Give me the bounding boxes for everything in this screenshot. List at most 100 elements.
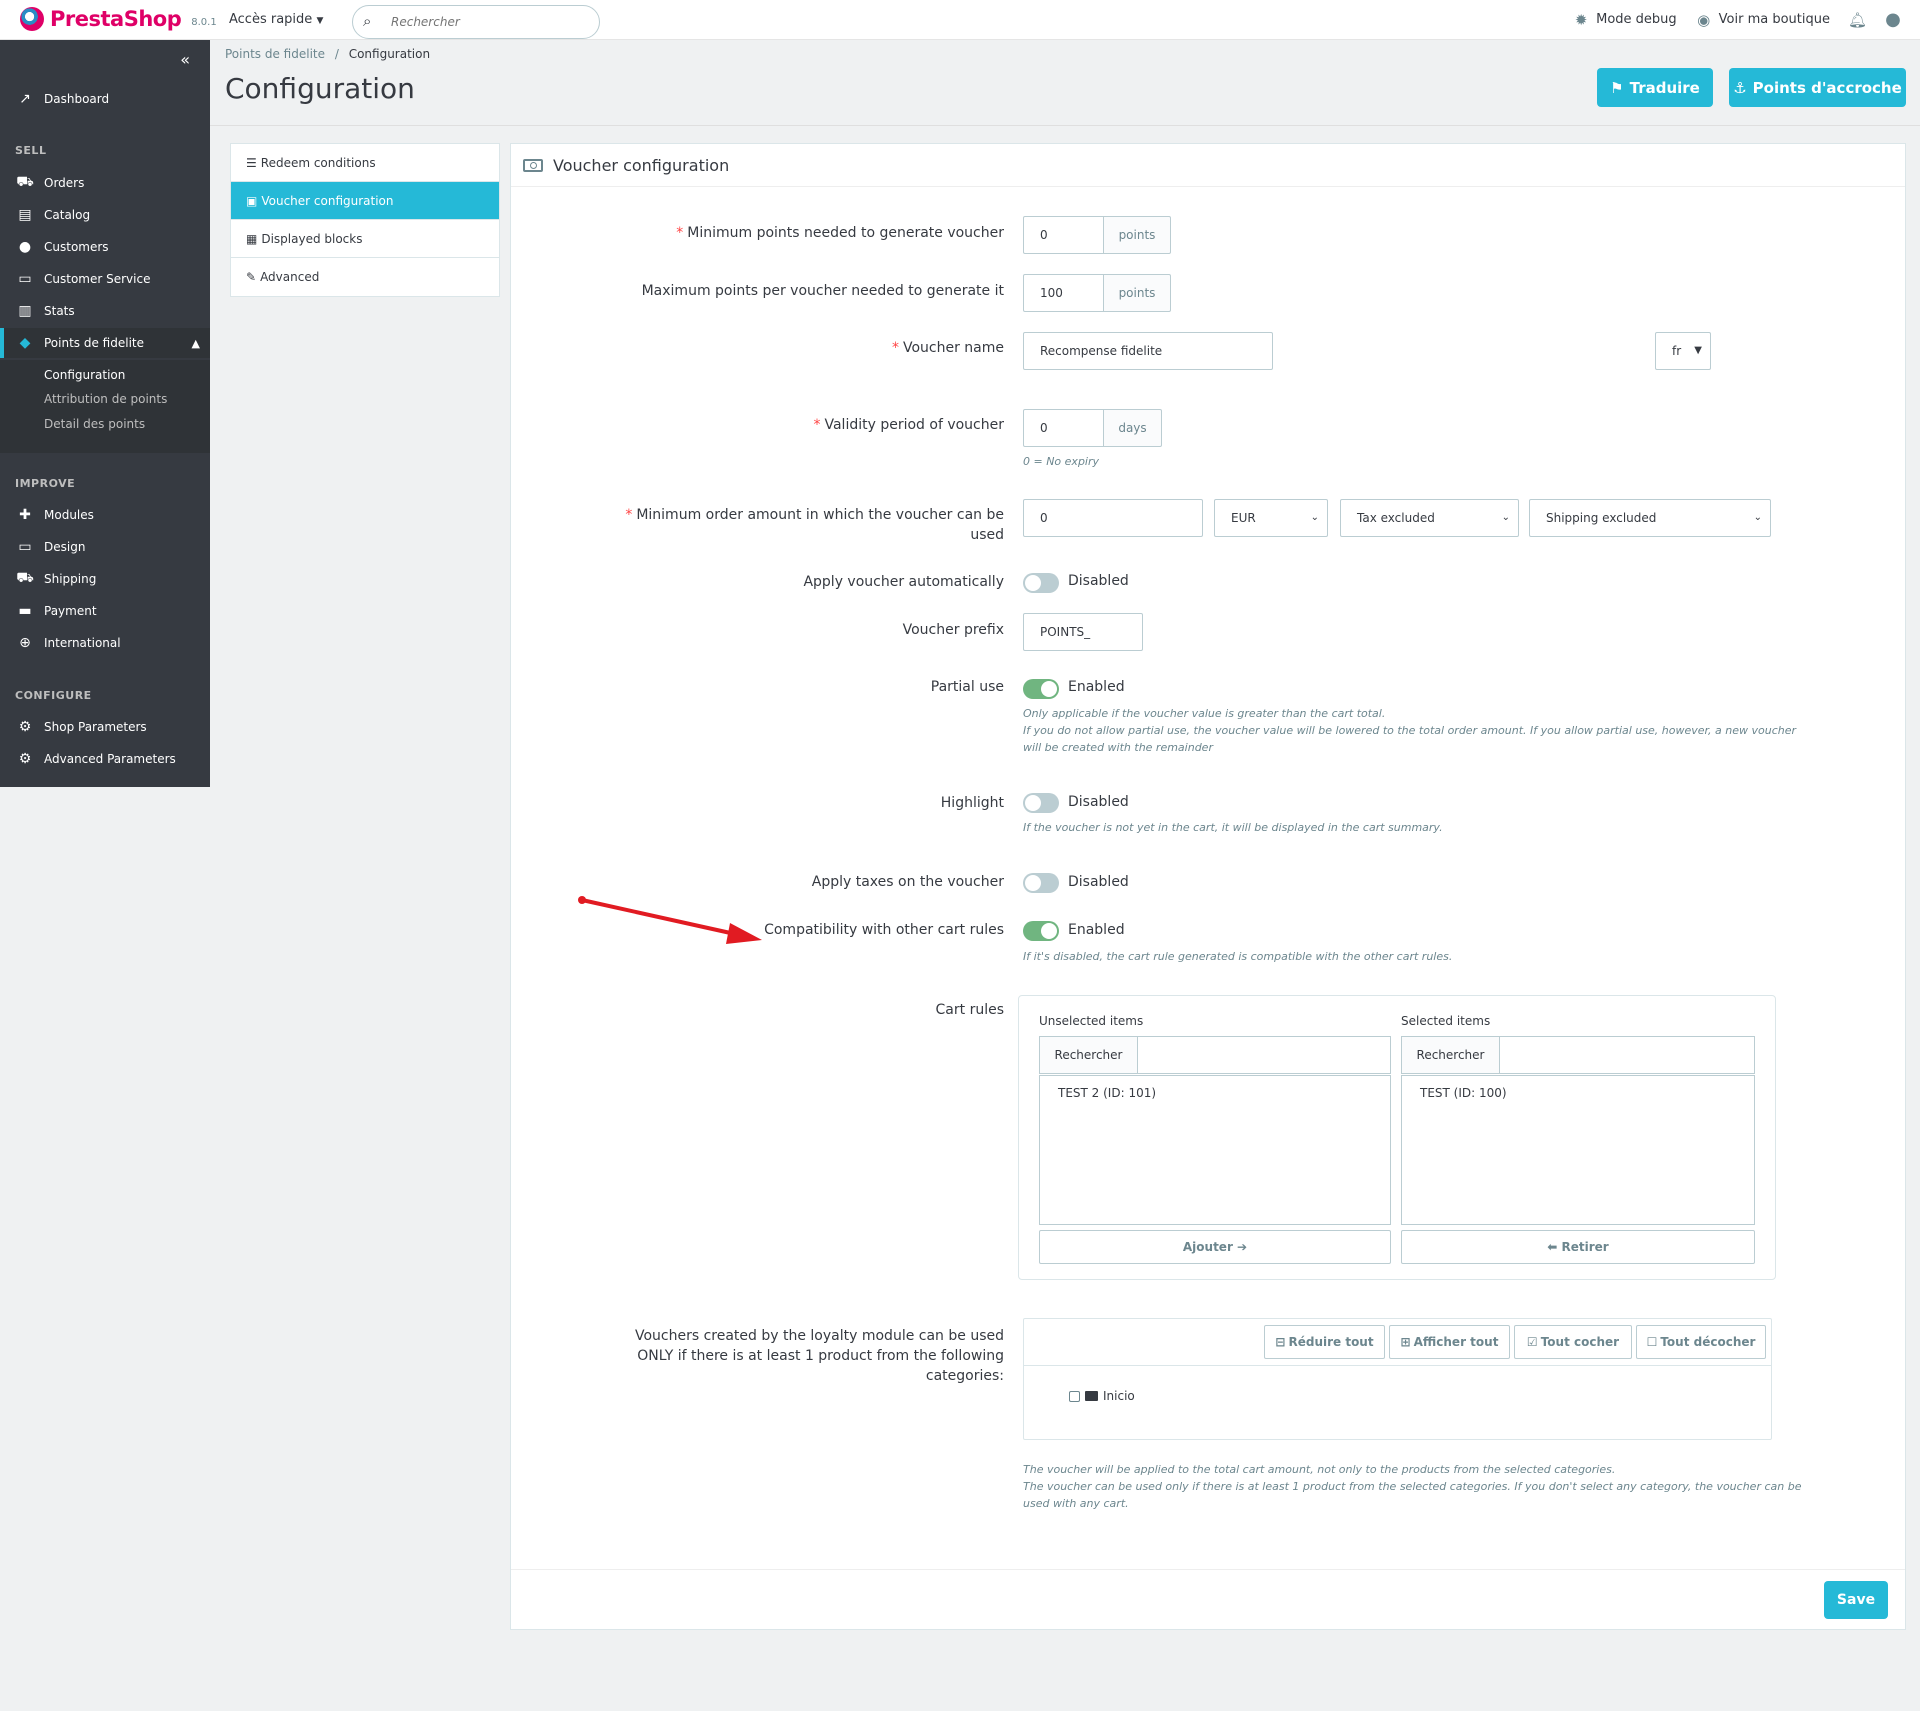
translate-label: Traduire — [1629, 78, 1700, 97]
tab-advanced[interactable]: ✎ Advanced — [231, 258, 499, 296]
categories-help: The voucher will be applied to the total… — [1023, 1461, 1801, 1512]
caret-down-icon: ▼ — [1694, 345, 1702, 356]
partial-use-toggle[interactable] — [1023, 679, 1059, 699]
arrow-right-icon: ➔ — [1237, 1240, 1248, 1254]
shipping-value: Shipping excluded — [1546, 511, 1657, 525]
max-points-label: Maximum points per voucher needed to gen… — [641, 283, 1004, 299]
voucher-name-input[interactable]: Recompense fidelite — [1023, 332, 1273, 370]
add-button[interactable]: Ajouter ➔ — [1039, 1230, 1391, 1264]
sidebar-item-orders[interactable]: ⛟ Orders — [0, 168, 210, 198]
unselected-search: Rechercher — [1039, 1036, 1391, 1074]
collapse-sidebar-icon[interactable]: « — [180, 50, 190, 69]
prefix-input[interactable]: POINTS_ — [1023, 613, 1143, 651]
min-points-input[interactable]: 0 — [1023, 216, 1104, 254]
hooks-button[interactable]: ⚓ Points d'accroche — [1729, 68, 1906, 107]
compatibility-toggle[interactable] — [1023, 921, 1059, 941]
unselected-list[interactable]: TEST 2 (ID: 101) — [1039, 1075, 1391, 1225]
apply-taxes-toggle[interactable] — [1023, 873, 1059, 893]
sidebar-item-stats[interactable]: ▥ Stats — [0, 296, 210, 326]
breadcrumb-separator: / — [334, 47, 339, 61]
check-all-button[interactable]: ☑ Tout cocher — [1514, 1325, 1632, 1359]
sidebar-item-design[interactable]: ▭ Design — [0, 532, 210, 562]
shipping-select[interactable]: Shipping excluded ⌄ — [1529, 499, 1771, 537]
language-select[interactable]: fr ▼ — [1655, 332, 1711, 370]
highlight-toggle[interactable] — [1023, 793, 1059, 813]
store-icon: ▤ — [18, 207, 32, 223]
prestashop-logo-icon — [20, 7, 44, 31]
sidebar-item-dashboard[interactable]: ↗ Dashboard — [0, 84, 210, 114]
save-button[interactable]: Save — [1824, 1581, 1888, 1619]
compatibility-help: If it's disabled, the cart rule generate… — [1023, 950, 1453, 963]
help-line: The voucher can be used only if there is… — [1023, 1480, 1802, 1493]
breadcrumb-parent[interactable]: Points de fidelite — [225, 47, 325, 61]
sidebar-item-catalog[interactable]: ▤ Catalog — [0, 200, 210, 230]
compatibility-state: Enabled — [1068, 922, 1125, 938]
account-button[interactable]: ● — [1884, 9, 1902, 30]
category-checkbox[interactable] — [1069, 1390, 1080, 1402]
collapse-all-button[interactable]: ⊟ Réduire tout — [1264, 1325, 1385, 1359]
search-icon[interactable]: ⌕ — [363, 12, 371, 30]
sidebar-item-advanced-parameters[interactable]: ⚙ Advanced Parameters — [0, 744, 210, 774]
list-item[interactable]: TEST (ID: 100) — [1420, 1086, 1736, 1100]
sidebar-item-label: Stats — [44, 304, 75, 318]
selected-search-input[interactable] — [1500, 1037, 1754, 1073]
tab-redeem-conditions[interactable]: ☰ Redeem conditions — [231, 144, 499, 182]
categories-label-line: categories: — [925, 1368, 1004, 1384]
list-item[interactable]: TEST 2 (ID: 101) — [1058, 1086, 1372, 1100]
notifications-button[interactable]: 🔔︎ — [1848, 11, 1867, 29]
quick-access-menu[interactable]: Accès rapide ▼ — [229, 12, 323, 27]
sidebar-item-loyalty[interactable]: ◆ Points de fidelite ▲ — [0, 328, 210, 358]
submenu-attribution[interactable]: Attribution de points — [44, 392, 167, 406]
quick-access-label: Accès rapide — [229, 12, 313, 27]
uncheck-all-label: Tout décocher — [1660, 1335, 1756, 1349]
apply-auto-toggle[interactable] — [1023, 573, 1059, 593]
min-order-input[interactable]: 0 — [1023, 499, 1203, 537]
max-points-input[interactable]: 100 — [1023, 274, 1104, 312]
submenu-configuration[interactable]: Configuration — [44, 368, 125, 382]
sidebar-item-label: Catalog — [44, 208, 91, 222]
selected-list[interactable]: TEST (ID: 100) — [1401, 1075, 1755, 1225]
validity-unit: days — [1103, 409, 1162, 447]
sidebar-item-modules[interactable]: ✚ Modules — [0, 500, 210, 530]
remove-label: Retirer — [1561, 1240, 1609, 1254]
currency-select[interactable]: EUR ⌄ — [1214, 499, 1328, 537]
tab-displayed-blocks[interactable]: ▦ Displayed blocks — [231, 220, 499, 258]
bug-icon: ✹ — [1574, 10, 1588, 29]
sidebar-item-shop-parameters[interactable]: ⚙ Shop Parameters — [0, 712, 210, 742]
header-actions: ✹ Mode debug ◉ Voir ma boutique 🔔︎ ● — [1572, 9, 1902, 30]
plus-square-icon: ⊞ — [1400, 1335, 1411, 1349]
sidebar-item-customer-service[interactable]: ▭ Customer Service — [0, 264, 210, 294]
voucher-name-label-text: Voucher name — [902, 340, 1004, 356]
highlight-help: If the voucher is not yet in the cart, i… — [1023, 821, 1443, 834]
debug-mode-link[interactable]: ✹ Mode debug — [1572, 11, 1677, 29]
tab-voucher-configuration[interactable]: ▣ Voucher configuration — [231, 182, 499, 220]
expand-all-button[interactable]: ⊞ Afficher tout — [1389, 1325, 1510, 1359]
sidebar-item-label: Shipping — [44, 572, 97, 586]
remove-button[interactable]: ⬅ Retirer — [1401, 1230, 1755, 1264]
help-line: If you do not allow partial use, the vou… — [1023, 724, 1797, 737]
max-points-unit: points — [1103, 274, 1171, 312]
page-title: Configuration — [225, 72, 415, 105]
translate-button[interactable]: ⚑ Traduire — [1597, 68, 1713, 107]
uncheck-all-button[interactable]: ☐ Tout décocher — [1636, 1325, 1766, 1359]
hooks-label: Points d'accroche — [1752, 78, 1902, 97]
sidebar-item-customers[interactable]: ● Customers — [0, 232, 210, 262]
logo[interactable]: PrestaShop 8.0.1 — [20, 7, 217, 31]
search-input[interactable] — [391, 13, 591, 31]
view-shop-link[interactable]: ◉ Voir ma boutique — [1695, 11, 1830, 29]
submenu-detail[interactable]: Detail des points — [44, 417, 145, 431]
sidebar-item-payment[interactable]: ▬ Payment — [0, 596, 210, 626]
checked-square-icon: ☑ — [1526, 1335, 1538, 1349]
tax-select[interactable]: Tax excluded ⌄ — [1340, 499, 1519, 537]
validity-input[interactable]: 0 — [1023, 409, 1104, 447]
section-sell: SELL — [15, 144, 47, 157]
sidebar-item-shipping[interactable]: ⛟ Shipping — [0, 564, 210, 594]
categories-label: Vouchers created by the loyalty module c… — [604, 1326, 1004, 1386]
required-marker: * — [625, 507, 633, 523]
category-label[interactable]: Inicio — [1103, 1389, 1135, 1403]
sidebar-item-international[interactable]: ⊕ International — [0, 628, 210, 658]
unselected-search-input[interactable] — [1138, 1037, 1390, 1073]
empty-square-icon: ☐ — [1646, 1335, 1658, 1349]
help-line: will be created with the remainder — [1023, 741, 1213, 754]
sidebar-item-label: Orders — [44, 176, 85, 190]
